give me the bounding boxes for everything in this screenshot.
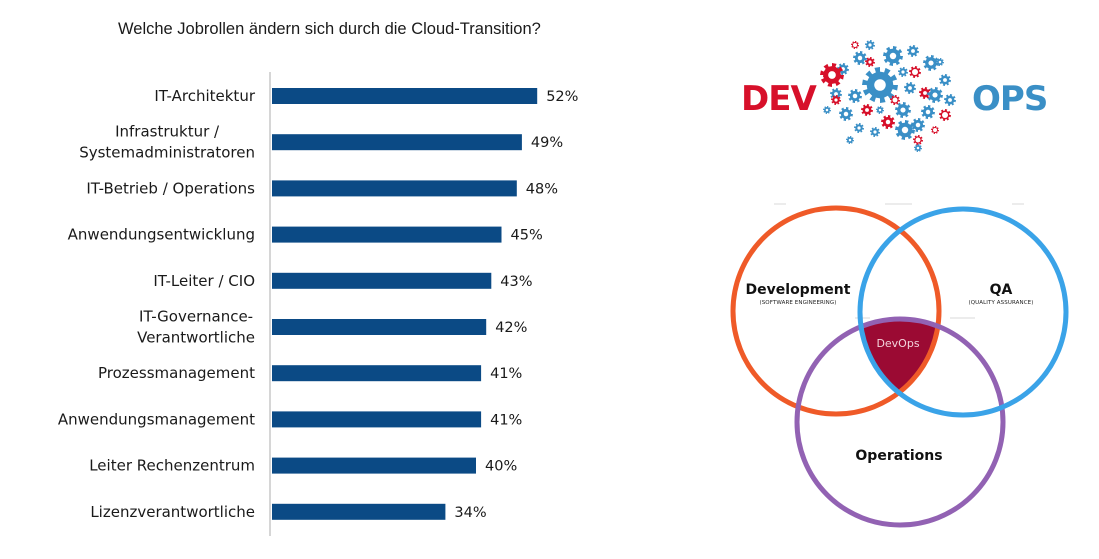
- venn-sublabel-development: (SOFTWARE ENGINEERING): [759, 300, 836, 306]
- venn-label-operations: Operations: [855, 448, 942, 464]
- venn-sublabel-qa: (QUALITY ASSURANCE): [968, 300, 1033, 306]
- venn-circle-qa: [857, 206, 1069, 418]
- venn-label-development: Development: [746, 282, 851, 298]
- venn-label-qa: QA: [990, 282, 1013, 298]
- venn-circle-development: [730, 205, 942, 417]
- venn-label-devops: DevOps: [876, 337, 919, 350]
- venn-diagram: Development (SOFTWARE ENGINEERING) QA (Q…: [730, 203, 1069, 528]
